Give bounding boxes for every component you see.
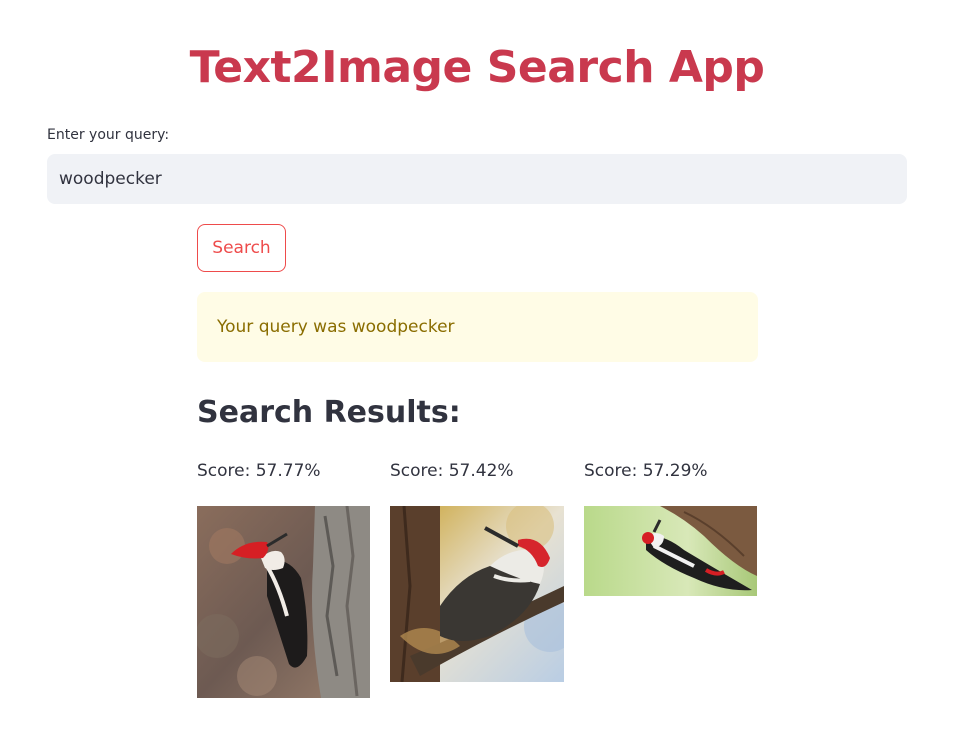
search-button[interactable]: Search	[197, 224, 286, 272]
results-heading: Search Results:	[197, 395, 461, 430]
result-score: Score: 57.77%	[197, 461, 321, 481]
result-card: Score: 57.29%	[584, 459, 758, 596]
alert-message: Your query was woodpecker	[217, 317, 455, 337]
result-image[interactable]	[390, 506, 564, 682]
result-card: Score: 57.77%	[197, 459, 371, 698]
result-score: Score: 57.29%	[584, 461, 708, 481]
query-alert: Your query was woodpecker	[197, 292, 758, 362]
query-input[interactable]	[47, 154, 907, 204]
result-image[interactable]	[584, 506, 757, 596]
app-page: Text2Image Search App Enter your query: …	[0, 0, 968, 751]
result-score: Score: 57.42%	[390, 461, 514, 481]
result-image[interactable]	[197, 506, 370, 698]
result-card: Score: 57.42%	[390, 459, 564, 682]
app-title: Text2Image Search App	[189, 42, 765, 93]
query-label: Enter your query:	[47, 127, 170, 143]
